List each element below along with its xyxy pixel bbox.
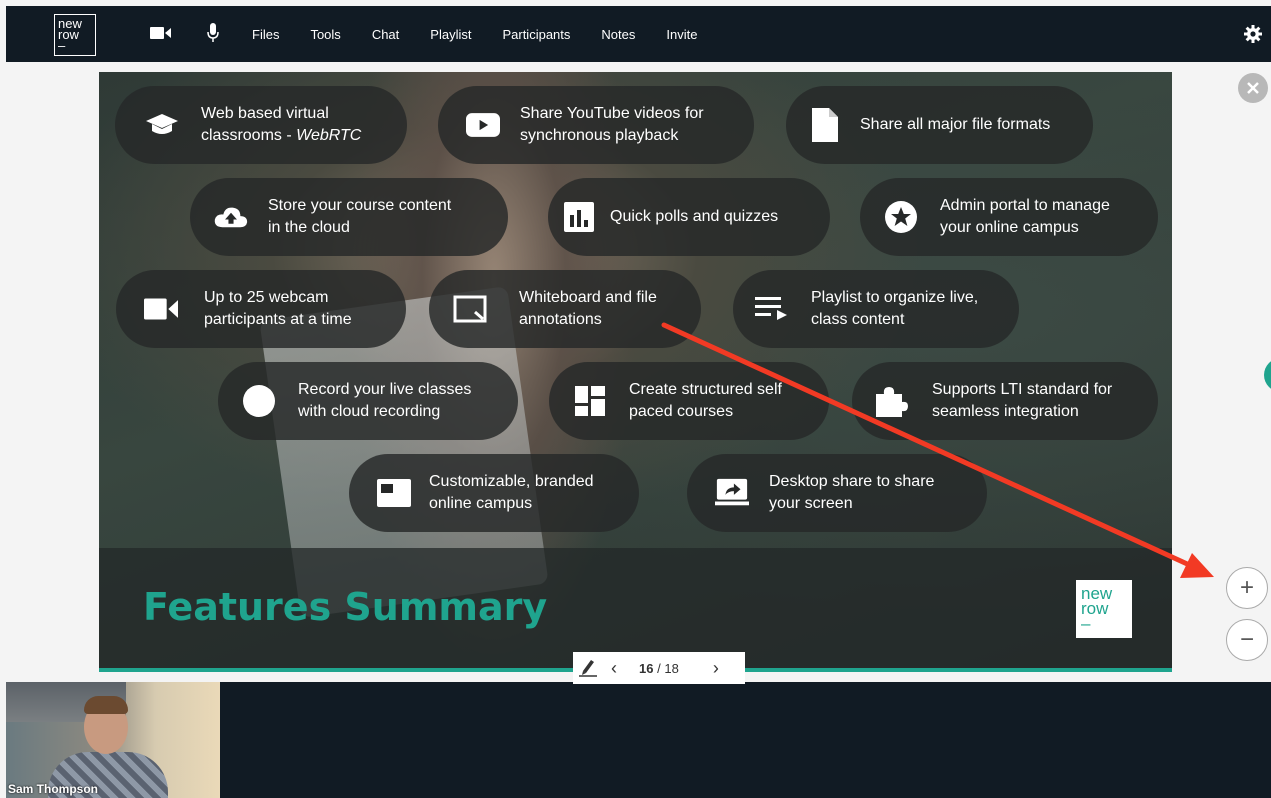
- feature-polls: Quick polls and quizzes: [548, 178, 830, 256]
- feature-label: Admin portal to manage your online campus: [940, 197, 1110, 236]
- graduation-cap-icon: [145, 108, 179, 142]
- feature-label: Web based virtual classrooms - WebRTC: [201, 105, 362, 144]
- nav-files[interactable]: Files: [252, 27, 279, 42]
- branded-window-icon: [377, 476, 411, 510]
- nav-invite[interactable]: Invite: [666, 27, 697, 42]
- file-icon: [808, 108, 842, 142]
- star-badge-icon: [884, 200, 918, 234]
- microphone-icon[interactable]: [207, 23, 219, 48]
- presentation-slide: Web based virtual classrooms - WebRTC Sha…: [99, 72, 1172, 672]
- close-icon: [1247, 82, 1259, 94]
- feature-label: Create structured self paced courses: [629, 381, 782, 420]
- screen-share-icon: [715, 476, 749, 510]
- feature-label: Up to 25 webcam participants at a time: [204, 289, 352, 328]
- feature-branded-campus: Customizable, branded online campus: [349, 454, 639, 532]
- close-presentation-button[interactable]: [1238, 73, 1268, 103]
- feature-label: Customizable, branded online campus: [429, 473, 594, 512]
- record-circle-icon: [242, 384, 276, 418]
- page-indicator: 16 / 18: [639, 660, 679, 676]
- feature-label: Supports LTI standard for seamless integr…: [932, 381, 1113, 420]
- nav-links: Files Tools Chat Playlist Participants N…: [252, 6, 728, 62]
- feature-virtual-classrooms: Web based virtual classrooms - WebRTC: [115, 86, 407, 164]
- feature-label: Record your live classes with cloud recor…: [298, 381, 472, 420]
- feature-whiteboard: Whiteboard and file annotations: [429, 270, 701, 348]
- chevron-left-icon[interactable]: ‹: [611, 658, 617, 679]
- slide-title: Features Summary: [143, 585, 548, 629]
- feature-label: Quick polls and quizzes: [610, 208, 779, 225]
- feature-label: Whiteboard and file annotations: [519, 289, 657, 328]
- playlist-icon: [755, 292, 789, 326]
- youtube-play-icon: [466, 108, 500, 142]
- participant-name: Sam Thompson: [8, 782, 99, 796]
- top-navigation-bar: new row – Files Tools Chat Playlist Part…: [6, 6, 1271, 62]
- feature-label: Share all major file formats: [860, 116, 1051, 133]
- pencil-icon[interactable]: [579, 657, 597, 680]
- video-person-hair: [84, 696, 128, 714]
- feature-label: Share YouTube videos for synchronous play…: [520, 105, 704, 144]
- feature-desktop-share: Desktop share to share your screen: [687, 454, 987, 532]
- bar-chart-icon: [562, 200, 596, 234]
- side-panel-toggle[interactable]: [1264, 358, 1271, 392]
- feature-cloud-storage: Store your course content in the cloud: [190, 178, 508, 256]
- feature-label: Playlist to organize live, class content: [811, 289, 979, 328]
- feature-label: Desktop share to share your screen: [769, 473, 935, 512]
- feature-recording: Record your live classes with cloud recor…: [218, 362, 518, 440]
- app-window: new row – Files Tools Chat Playlist Part…: [0, 0, 1271, 798]
- nav-notes[interactable]: Notes: [601, 27, 635, 42]
- feature-playlist: Playlist to organize live, class content: [733, 270, 1019, 348]
- nav-participants[interactable]: Participants: [502, 27, 570, 42]
- nav-chat[interactable]: Chat: [372, 27, 399, 42]
- dashboard-icon: [573, 384, 607, 418]
- video-camera-icon[interactable]: [150, 26, 172, 45]
- slide-pager: ‹ 16 / 18 ›: [573, 652, 745, 684]
- feature-webcam: Up to 25 webcam participants at a time: [116, 270, 406, 348]
- gear-icon[interactable]: [1243, 24, 1263, 49]
- feature-youtube: Share YouTube videos for synchronous play…: [438, 86, 754, 164]
- feature-label: Store your course content in the cloud: [268, 197, 452, 236]
- participant-video-tile[interactable]: Sam Thompson: [6, 682, 220, 798]
- feature-courses: Create structured self paced courses: [549, 362, 829, 440]
- feature-lti: Supports LTI standard for seamless integr…: [852, 362, 1158, 440]
- annotate-icon: [453, 292, 487, 326]
- nav-tools[interactable]: Tools: [310, 27, 340, 42]
- chevron-right-icon[interactable]: ›: [713, 658, 719, 679]
- zoom-in-button[interactable]: +: [1226, 567, 1268, 609]
- feature-admin-portal: Admin portal to manage your online campus: [860, 178, 1158, 256]
- nav-playlist[interactable]: Playlist: [430, 27, 471, 42]
- video-camera-icon: [144, 292, 178, 326]
- puzzle-icon: [874, 384, 908, 418]
- cloud-upload-icon: [214, 200, 248, 234]
- newrow-logo[interactable]: new row –: [54, 14, 96, 56]
- slide-logo-line-3: –: [1081, 614, 1091, 633]
- slide-newrow-logo: new row –: [1076, 580, 1132, 638]
- zoom-out-button[interactable]: −: [1226, 619, 1268, 661]
- feature-file-formats: Share all major file formats: [786, 86, 1093, 164]
